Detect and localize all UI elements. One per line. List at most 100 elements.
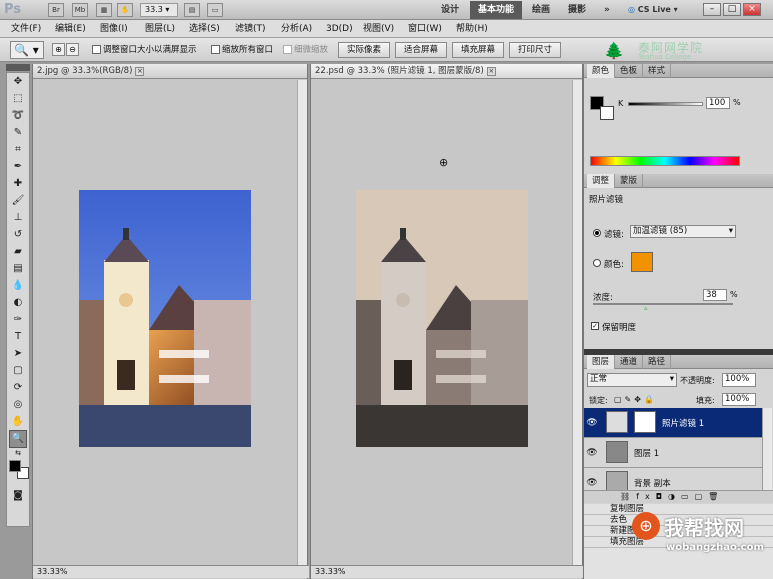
close-button[interactable]: × [743, 3, 761, 16]
menu-help[interactable]: 帮助(H) [453, 22, 491, 37]
filter-radio[interactable] [593, 229, 601, 237]
gradient-tool-icon[interactable]: ▤ [10, 261, 26, 277]
more-workspaces-button[interactable]: » [596, 1, 618, 19]
view-extras-icon[interactable]: ▦ [96, 3, 112, 17]
density-slider[interactable] [593, 303, 733, 305]
menu-window[interactable]: 窗口(W) [405, 22, 445, 37]
marquee-tool-icon[interactable]: ⬚ [10, 91, 26, 107]
layer-row-layer1[interactable]: 👁 图层 1 [584, 438, 762, 468]
filter-color-swatch[interactable] [631, 252, 653, 272]
hand-zoom-icon[interactable]: ✋ [117, 3, 133, 17]
tab-paths[interactable]: 路径 [643, 355, 672, 369]
healing-brush-tool-icon[interactable]: ✚ [10, 176, 26, 192]
vertical-scrollbar-2[interactable] [572, 80, 582, 565]
actual-pixels-button[interactable]: 实际像素 [338, 42, 390, 58]
k-slider[interactable] [628, 102, 703, 106]
lock-icons[interactable]: ▢✎✥🔒 [614, 395, 657, 404]
workspace-essentials[interactable]: 基本功能 [470, 1, 523, 19]
zoom-in-icon[interactable]: ⊕ [52, 43, 65, 56]
zoom-level-dropdown[interactable]: 33.3 ▾ [140, 3, 178, 17]
minibridge-icon[interactable]: Mb [72, 3, 88, 17]
document-tab-1[interactable]: 2.jpg @ 33.3%(RGB/8) × [33, 64, 307, 79]
menu-image[interactable]: 图像(I) [97, 22, 131, 37]
bridge-icon[interactable]: Br [48, 3, 64, 17]
crop-tool-icon[interactable]: ⌗ [10, 142, 26, 158]
density-slider-thumb[interactable]: ▵ [644, 304, 648, 312]
clone-stamp-tool-icon[interactable]: ⊥ [10, 210, 26, 226]
menu-layer[interactable]: 图层(L) [142, 22, 178, 37]
close-document-1-icon[interactable]: × [135, 67, 145, 76]
3d-rotate-tool-icon[interactable]: ⟳ [10, 380, 26, 396]
menu-analysis[interactable]: 分析(A) [278, 22, 315, 37]
eye-icon[interactable]: 👁 [586, 447, 598, 459]
path-select-tool-icon[interactable]: ➤ [10, 346, 26, 362]
3d-orbit-tool-icon[interactable]: ◎ [10, 397, 26, 413]
quick-mask-icon[interactable]: ◙ [10, 488, 26, 504]
menu-edit[interactable]: 编辑(E) [52, 22, 89, 37]
eye-icon[interactable]: 👁 [586, 477, 598, 489]
dodge-tool-icon[interactable]: ◐ [10, 295, 26, 311]
zoom-out-icon[interactable]: ⊖ [66, 43, 79, 56]
tool-preset-picker[interactable]: 🔍 ▾ [10, 41, 44, 59]
eraser-tool-icon[interactable]: ▰ [10, 244, 26, 260]
zoom-all-windows-checkbox[interactable] [211, 45, 220, 54]
eye-icon[interactable]: 👁 [586, 417, 598, 429]
lasso-tool-icon[interactable]: ➰ [10, 108, 26, 124]
blur-tool-icon[interactable]: 💧 [10, 278, 26, 294]
layers-bottom-toolbar[interactable]: ⛓fx◘◑▭▢🗑 [584, 490, 773, 503]
close-document-2-icon[interactable]: × [486, 67, 496, 76]
print-size-button[interactable]: 打印尺寸 [509, 42, 561, 58]
move-tool-icon[interactable]: ✥ [10, 74, 26, 90]
pen-tool-icon[interactable]: ✑ [10, 312, 26, 328]
layer-row-photo-filter[interactable]: 👁 照片滤镜 1 [584, 408, 762, 438]
tab-swatches[interactable]: 色板 [615, 64, 644, 78]
menu-select[interactable]: 选择(S) [186, 22, 223, 37]
history-brush-tool-icon[interactable]: ↺ [10, 227, 26, 243]
scrubby-zoom-checkbox[interactable] [283, 45, 292, 54]
fill-screen-button[interactable]: 填充屏幕 [452, 42, 504, 58]
k-value-field[interactable]: 100 [706, 97, 730, 109]
tab-styles[interactable]: 样式 [643, 64, 672, 78]
foreground-color-swatch[interactable] [9, 460, 21, 472]
blend-mode-dropdown[interactable]: 正常 ▾ [587, 373, 677, 387]
shape-tool-icon[interactable]: ▢ [10, 363, 26, 379]
resize-windows-checkbox[interactable] [92, 45, 101, 54]
tab-channels[interactable]: 通道 [615, 355, 644, 369]
hand-tool-icon[interactable]: ✋ [10, 414, 26, 430]
menu-3d[interactable]: 3D(D) [323, 22, 356, 37]
brush-tool-icon[interactable]: 🖌 [10, 193, 26, 209]
preserve-luminosity-checkbox[interactable]: ✓ [591, 322, 599, 330]
filter-dropdown[interactable]: 加温滤镜 (85) ▾ [630, 225, 736, 238]
tab-adjustments[interactable]: 调整 [587, 174, 616, 188]
cs-live-button[interactable]: ◎ CS Live ▾ [628, 1, 696, 19]
maximize-button[interactable]: □ [723, 3, 741, 16]
fit-screen-button[interactable]: 适合屏幕 [395, 42, 447, 58]
density-field[interactable]: 38 [703, 289, 727, 301]
tab-color[interactable]: 颜色 [587, 64, 616, 78]
type-tool-icon[interactable]: T [10, 329, 26, 345]
layer-row-bg-copy[interactable]: 👁 背景 副本 [584, 468, 762, 490]
menu-view[interactable]: 视图(V) [360, 22, 397, 37]
tab-masks[interactable]: 蒙版 [615, 174, 644, 188]
minimize-button[interactable]: – [703, 3, 721, 16]
document-tab-2[interactable]: 22.psd @ 33.3% (照片滤镜 1, 图层蒙版/8) × [311, 64, 582, 79]
color-radio[interactable] [593, 259, 601, 267]
workspace-photography[interactable]: 摄影 [560, 1, 594, 19]
panel-background-swatch[interactable] [600, 106, 614, 120]
zoom-tool-icon[interactable]: 🔍 [9, 430, 27, 448]
workspace-design[interactable]: 设计 [433, 1, 467, 19]
vertical-scrollbar-1[interactable] [297, 80, 307, 565]
swap-colors-icon[interactable]: ⇆ [10, 448, 26, 458]
quick-select-tool-icon[interactable]: ✎ [10, 125, 26, 141]
workspace-painting[interactable]: 绘画 [524, 1, 558, 19]
menu-file[interactable]: 文件(F) [8, 22, 44, 37]
fill-field[interactable]: 100% [722, 393, 756, 406]
eyedropper-tool-icon[interactable]: ✒ [10, 159, 26, 175]
tab-layers[interactable]: 图层 [587, 355, 616, 369]
menu-filter[interactable]: 滤镜(T) [232, 22, 269, 37]
arrange-documents-icon[interactable]: ▤ [184, 3, 200, 17]
screen-mode-icon[interactable]: ▭ [207, 3, 223, 17]
opacity-field[interactable]: 100% [722, 373, 756, 387]
layers-scrollbar[interactable] [762, 408, 772, 490]
color-spectrum-bar[interactable] [590, 156, 740, 166]
